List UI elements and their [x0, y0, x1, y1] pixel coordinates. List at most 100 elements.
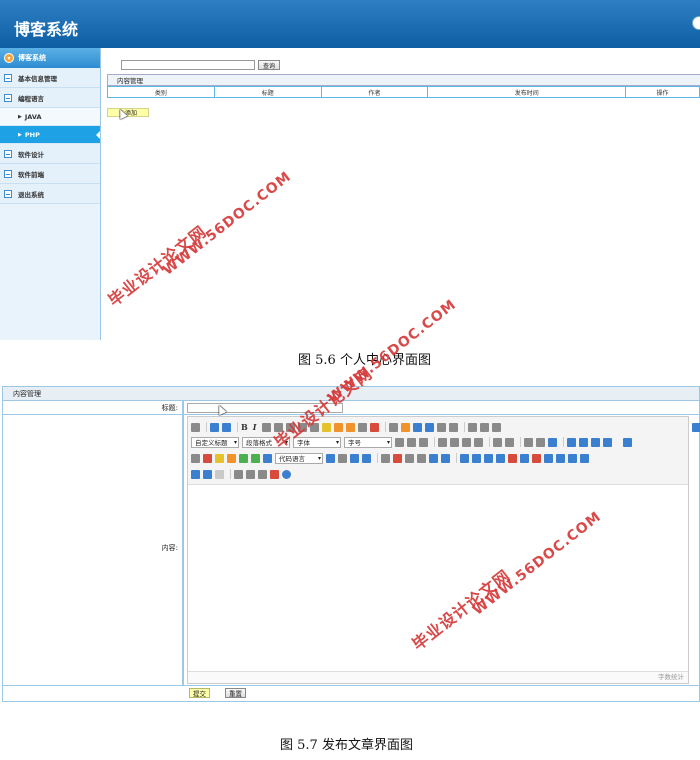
- sidebar-item-label: 退出系统: [18, 190, 44, 199]
- font-size-select[interactable]: 字号: [344, 436, 392, 448]
- bold-button[interactable]: B: [241, 422, 248, 432]
- attachment-icon[interactable]: [191, 453, 200, 463]
- toolbar-separator: [384, 422, 386, 432]
- paste-plain-icon[interactable]: [369, 422, 379, 432]
- image-right-icon[interactable]: [591, 437, 600, 447]
- submit-button[interactable]: 提交: [189, 688, 210, 698]
- insert-col-icon[interactable]: [520, 453, 529, 463]
- template-icon[interactable]: [362, 453, 371, 463]
- split-cols-icon[interactable]: [203, 469, 212, 479]
- clear-doc-icon[interactable]: [448, 422, 458, 432]
- music-icon[interactable]: [263, 453, 272, 463]
- sidebar-item-languages[interactable]: 编程语言: [0, 88, 100, 108]
- sidebar-item-label: 软件前端: [18, 170, 44, 179]
- title-label: 标题:: [3, 401, 184, 415]
- insert-row-icon[interactable]: [496, 453, 505, 463]
- line-height-icon[interactable]: [491, 422, 501, 432]
- indent-icon[interactable]: [419, 437, 428, 447]
- toolbar-separator: [489, 437, 490, 447]
- insert-table-icon[interactable]: [460, 453, 469, 463]
- wordimage-icon[interactable]: [441, 453, 450, 463]
- background-icon[interactable]: [350, 453, 359, 463]
- help-icon[interactable]: [282, 469, 291, 479]
- image-left-icon[interactable]: [579, 437, 588, 447]
- search-replace-icon[interactable]: [258, 469, 267, 479]
- insert-paragraph-before-table-icon[interactable]: [484, 453, 493, 463]
- sidebar-item-software-frontend[interactable]: 软件前端: [0, 164, 100, 184]
- auto-format-icon[interactable]: [345, 422, 355, 432]
- merge-right-icon[interactable]: [556, 453, 565, 463]
- page-break-icon[interactable]: [623, 437, 632, 447]
- uppercase-icon[interactable]: [493, 437, 502, 447]
- highlight-color-icon[interactable]: [400, 422, 410, 432]
- italic-button[interactable]: I: [253, 422, 257, 432]
- anchor-icon[interactable]: [548, 437, 557, 447]
- drafts-icon[interactable]: [270, 469, 279, 479]
- delete-table-icon[interactable]: [472, 453, 481, 463]
- print-icon[interactable]: [234, 469, 243, 479]
- insert-video-icon[interactable]: [251, 453, 260, 463]
- insert-image-icon[interactable]: [239, 453, 248, 463]
- align-justify-icon[interactable]: [474, 437, 483, 447]
- align-left-icon[interactable]: [438, 437, 447, 447]
- html-source-icon[interactable]: [191, 422, 200, 432]
- simple-upload-icon[interactable]: [203, 453, 212, 463]
- lowercase-icon[interactable]: [505, 437, 514, 447]
- code-language-select[interactable]: 代码语言: [275, 452, 323, 464]
- page-break-icon[interactable]: [338, 453, 347, 463]
- direction-ltr-icon[interactable]: [395, 437, 404, 447]
- sidebar-subitem-java[interactable]: ▶ JAVA: [0, 108, 100, 126]
- link-icon[interactable]: [524, 437, 533, 447]
- sidebar-subitem-php[interactable]: ▶ PHP: [0, 126, 100, 144]
- image-none-icon[interactable]: [567, 437, 576, 447]
- underline-icon[interactable]: [261, 422, 271, 432]
- ordered-list-icon[interactable]: [412, 422, 422, 432]
- heading-select[interactable]: 自定义标题: [191, 436, 239, 448]
- align-center-icon[interactable]: [450, 437, 459, 447]
- fullscreen-icon[interactable]: [691, 422, 700, 432]
- sidebar-item-logout[interactable]: 退出系统: [0, 184, 100, 204]
- align-right-icon[interactable]: [462, 437, 471, 447]
- merge-down-icon[interactable]: [568, 453, 577, 463]
- eraser-icon[interactable]: [321, 422, 331, 432]
- editor-toolbar: B I 自定义标题 ▾ 段落格式 ▾ 字体 ▾ 字号 ▾ 代码语言 ▾: [188, 417, 700, 485]
- unordered-list-icon[interactable]: [424, 422, 434, 432]
- select-all-icon[interactable]: [436, 422, 446, 432]
- row-spacing-top-icon[interactable]: [467, 422, 477, 432]
- quote-icon[interactable]: [357, 422, 367, 432]
- delete-row-icon[interactable]: [508, 453, 517, 463]
- content-table: 类别 标题 作者 发布时间 操作: [107, 86, 700, 98]
- search-input[interactable]: [121, 60, 255, 70]
- sidebar-item-software-design[interactable]: 软件设计: [0, 144, 100, 164]
- chart-icon[interactable]: [215, 469, 224, 479]
- undo-icon[interactable]: [210, 422, 219, 432]
- reset-button[interactable]: 重置: [225, 688, 246, 698]
- insert-frame-icon[interactable]: [326, 453, 335, 463]
- column-header-category: 类别: [107, 86, 215, 98]
- add-button[interactable]: 添加: [107, 108, 149, 117]
- direction-rtl-icon[interactable]: [407, 437, 416, 447]
- editor-content-area[interactable]: [188, 486, 688, 672]
- delete-col-icon[interactable]: [532, 453, 541, 463]
- map-icon[interactable]: [429, 453, 438, 463]
- search-button[interactable]: 查询: [258, 60, 281, 70]
- time-icon[interactable]: [405, 453, 414, 463]
- redo-icon[interactable]: [222, 422, 231, 432]
- scrawl-icon[interactable]: [227, 453, 236, 463]
- toolbar-separator: [206, 422, 207, 432]
- date-icon[interactable]: [393, 453, 402, 463]
- font-color-icon[interactable]: [388, 422, 398, 432]
- unlink-icon[interactable]: [536, 437, 545, 447]
- row-spacing-bottom-icon[interactable]: [479, 422, 489, 432]
- emotion-icon[interactable]: [215, 453, 224, 463]
- format-brush-icon[interactable]: [333, 422, 343, 432]
- sidebar-header[interactable]: ▾ 博客系统: [0, 48, 100, 68]
- split-cells-icon[interactable]: [580, 453, 589, 463]
- preview-icon[interactable]: [246, 469, 255, 479]
- special-char-icon[interactable]: [417, 453, 426, 463]
- merge-cells-icon[interactable]: [544, 453, 553, 463]
- split-rows-icon[interactable]: [191, 469, 200, 479]
- sidebar-item-basic-info[interactable]: 基本信息管理: [0, 68, 100, 88]
- horizontal-rule-icon[interactable]: [381, 453, 390, 463]
- image-center-icon[interactable]: [603, 437, 612, 447]
